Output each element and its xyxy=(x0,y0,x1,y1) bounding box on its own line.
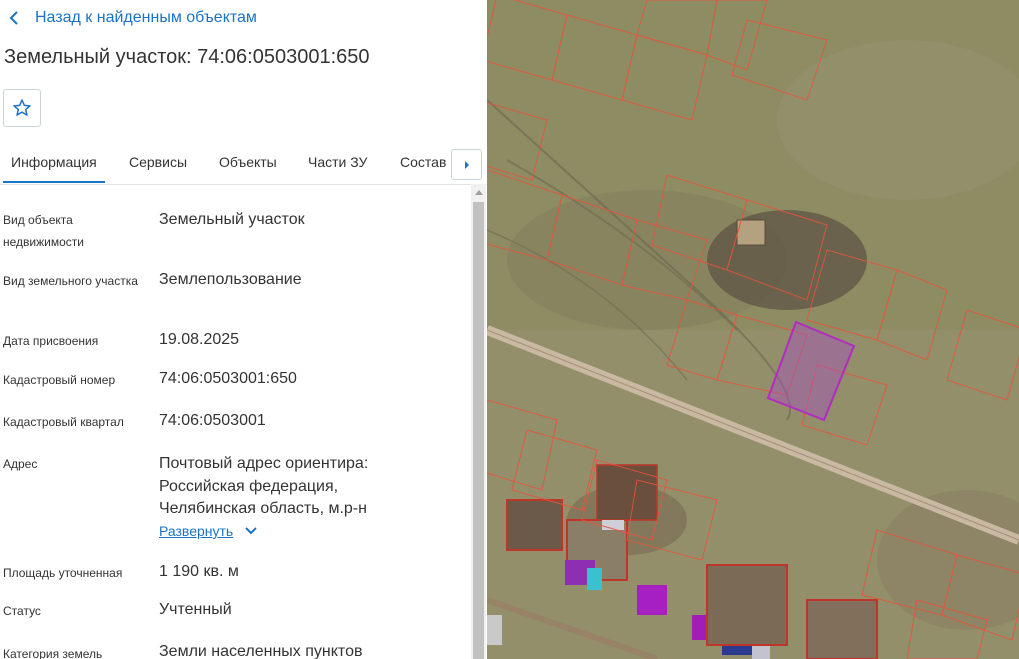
field-value-address-line: Российская федерация, xyxy=(159,478,339,495)
field-value-address-line: Челябинская область, м.р-н xyxy=(159,500,367,517)
field-label-assign-date: Дата присвоения xyxy=(3,334,99,348)
field-value-plot-type: Землепользование xyxy=(159,271,302,288)
field-label-plot-type: Вид земельного участка xyxy=(3,274,138,288)
field-label-address: Адрес xyxy=(3,457,38,471)
active-tab-indicator xyxy=(3,181,105,183)
dark-field xyxy=(707,210,867,310)
caret-right-icon xyxy=(464,160,469,169)
field-value-status: Учтенный xyxy=(159,601,232,618)
page-title: Земельный участок: 74:06:0503001:650 xyxy=(4,46,370,68)
tab-services[interactable]: Сервисы xyxy=(129,154,187,170)
satellite-map[interactable] xyxy=(487,0,1019,659)
field-label-area: Площадь уточненная xyxy=(3,566,123,580)
panel-scrollbar[interactable] xyxy=(471,184,486,659)
scroll-up-arrow-icon[interactable] xyxy=(471,184,486,200)
field-label-cadastral-block: Кадастровый квартал xyxy=(3,415,124,429)
tab-parts[interactable]: Части ЗУ xyxy=(308,154,367,170)
favorite-button[interactable] xyxy=(3,89,41,127)
chevron-left-icon xyxy=(9,11,18,25)
field-label-object-type: Вид объекта недвижимости xyxy=(3,213,84,249)
tab-bar: Информация Сервисы Объекты Части ЗУ Сост… xyxy=(0,140,487,185)
info-panel: Назад к найденным объектам Земельный уча… xyxy=(0,0,487,659)
scroll-thumb[interactable] xyxy=(473,202,484,659)
chevron-down-icon xyxy=(245,527,257,535)
field-value-area: 1 190 кв. м xyxy=(159,563,239,580)
tab-composition[interactable]: Состав xyxy=(400,154,446,170)
tabs-scroll-right-button[interactable] xyxy=(451,149,482,180)
back-link[interactable]: Назад к найденным объектам xyxy=(9,6,257,30)
back-link-label: Назад к найденным объектам xyxy=(35,9,257,26)
field-label-status: Статус xyxy=(3,604,41,618)
field-value-land-category: Земли населенных пунктов xyxy=(159,643,363,659)
field-value-cadastral-block: 74:06:0503001 xyxy=(159,412,266,429)
expand-address-link[interactable]: Развернуть xyxy=(159,523,257,539)
tab-objects[interactable]: Объекты xyxy=(219,154,277,170)
field-label-cadastral-number: Кадастровый номер xyxy=(3,373,116,387)
field-value-object-type: Земельный участок xyxy=(159,211,305,228)
field-value-cadastral-number: 74:06:0503001:650 xyxy=(159,370,297,387)
field-value-assign-date: 19.08.2025 xyxy=(159,331,240,348)
field-label-land-category: Категория земель xyxy=(3,647,103,659)
expand-address-label: Развернуть xyxy=(159,523,234,539)
tab-information[interactable]: Информация xyxy=(11,154,97,170)
field-value-address-line: Почтовый адрес ориентира: xyxy=(159,455,369,472)
star-icon xyxy=(13,99,31,116)
map-view[interactable] xyxy=(487,0,1019,659)
